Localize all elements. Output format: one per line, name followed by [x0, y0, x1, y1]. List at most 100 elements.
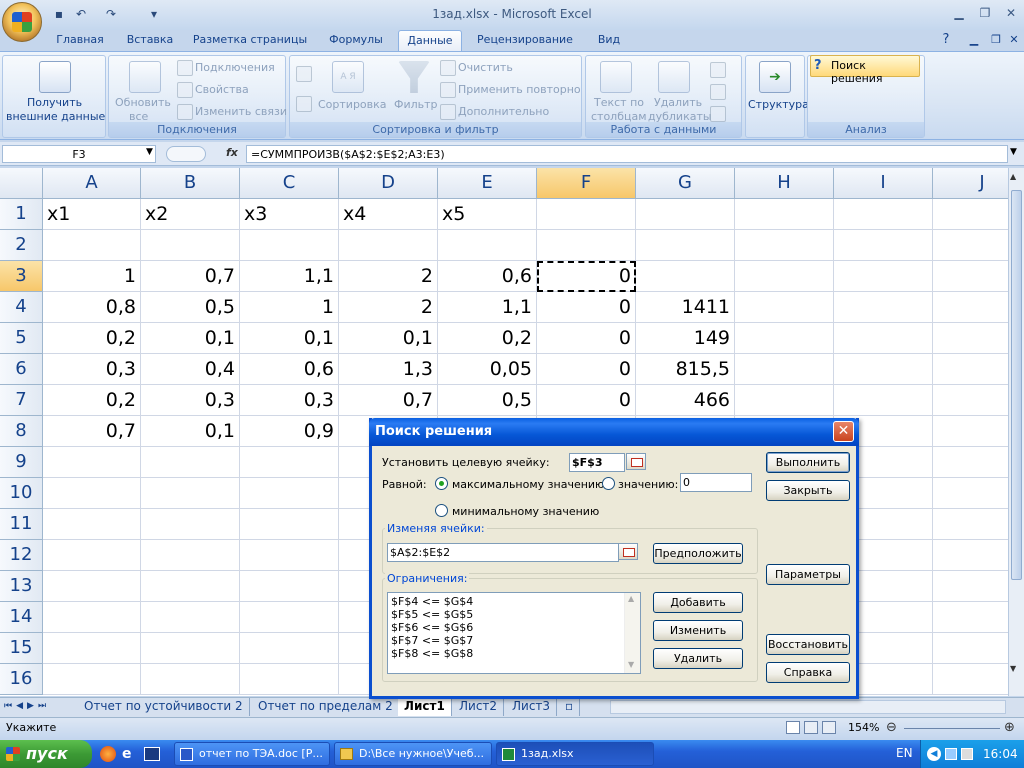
options-button[interactable]: Параметры — [766, 564, 850, 585]
tab-view[interactable]: Вид — [590, 30, 628, 51]
target-cell-input[interactable]: $F$3 — [569, 453, 625, 472]
reset-all-button[interactable]: Восстановить — [766, 634, 850, 655]
outline-button[interactable]: Структура — [748, 98, 809, 111]
sheet-tab-report-stability[interactable]: Отчет по устойчивости 2 — [78, 698, 250, 716]
cell-b8[interactable]: 0,1 — [141, 416, 240, 447]
cell-b15[interactable] — [141, 633, 240, 664]
consolidate-icon[interactable] — [710, 84, 726, 100]
advanced-button[interactable]: Дополнительно — [458, 105, 549, 118]
cell-a2[interactable] — [43, 230, 141, 261]
clear-button[interactable]: Очистить — [458, 61, 513, 74]
cell-g6[interactable]: 815,5 — [636, 354, 735, 385]
reapply-button[interactable]: Применить повторно — [458, 83, 581, 96]
cell-i4[interactable] — [834, 292, 933, 323]
row-header-7[interactable]: 7 — [0, 385, 43, 416]
cell-g5[interactable]: 149 — [636, 323, 735, 354]
row-header-8[interactable]: 8 — [0, 416, 43, 447]
cell-c3[interactable]: 1,1 — [240, 261, 339, 292]
get-external-data-label1[interactable]: Получить — [27, 96, 82, 109]
constraint-item[interactable]: $F$6 <= $G$6 — [391, 621, 473, 634]
cell-b11[interactable] — [141, 509, 240, 540]
volume-icon[interactable] — [961, 748, 973, 760]
formula-expand-icon[interactable]: ▼ — [1010, 147, 1017, 157]
cell-g4[interactable]: 1411 — [636, 292, 735, 323]
horizontal-scrollbar[interactable] — [610, 700, 1006, 714]
guess-button[interactable]: Предположить — [653, 543, 743, 564]
cell-c8[interactable]: 0,9 — [240, 416, 339, 447]
dialog-close-icon[interactable]: ✕ — [833, 421, 854, 442]
scroll-down-icon[interactable]: ▼ — [1010, 664, 1016, 673]
cell-e2[interactable] — [438, 230, 537, 261]
filter-icon[interactable] — [398, 61, 430, 93]
cell-a9[interactable] — [43, 447, 141, 478]
cell-g7[interactable]: 466 — [636, 385, 735, 416]
data-validation-icon[interactable] — [710, 62, 726, 78]
ribbon-restore-icon[interactable]: ❐ — [986, 30, 1006, 51]
page-break-view-icon[interactable] — [822, 721, 836, 734]
cell-b13[interactable] — [141, 571, 240, 602]
constraints-scroll-down-icon[interactable]: ▼ — [628, 660, 634, 669]
sort-button[interactable]: Сортировка — [318, 98, 387, 111]
cell-i3[interactable] — [834, 261, 933, 292]
vertical-scrollbar[interactable]: ▲ ▼ — [1008, 168, 1024, 696]
cell-g2[interactable] — [636, 230, 735, 261]
constraint-item[interactable]: $F$5 <= $G$5 — [391, 608, 473, 621]
normal-view-icon[interactable] — [786, 721, 800, 734]
row-header-2[interactable]: 2 — [0, 230, 43, 261]
tab-home[interactable]: Главная — [48, 30, 112, 51]
column-header-h[interactable]: H — [735, 168, 834, 199]
edit-links-button[interactable]: Изменить связи — [195, 105, 287, 118]
max-label[interactable]: максимальному значению — [452, 478, 604, 491]
cell-d4[interactable]: 2 — [339, 292, 438, 323]
sort-icon[interactable]: А Я — [332, 61, 364, 93]
cell-i2[interactable] — [834, 230, 933, 261]
sheet-tab-report-limits[interactable]: Отчет по пределам 2 — [252, 698, 400, 716]
cell-a6[interactable]: 0,3 — [43, 354, 141, 385]
tab-page-layout[interactable]: Разметка страницы — [190, 30, 310, 51]
name-box[interactable]: F3 — [2, 145, 156, 163]
outline-icon[interactable]: ➔ — [759, 61, 791, 93]
cell-c10[interactable] — [240, 478, 339, 509]
max-radio[interactable] — [435, 477, 448, 490]
cell-b10[interactable] — [141, 478, 240, 509]
cell-h4[interactable] — [735, 292, 834, 323]
row-header-10[interactable]: 10 — [0, 478, 43, 509]
cell-d7[interactable]: 0,7 — [339, 385, 438, 416]
column-header-f[interactable]: F — [537, 168, 636, 199]
row-header-16[interactable]: 16 — [0, 664, 43, 695]
tab-insert[interactable]: Вставка — [120, 30, 180, 51]
cell-f6[interactable]: 0 — [537, 354, 636, 385]
start-button[interactable]: пуск — [0, 740, 92, 768]
cell-f1[interactable] — [537, 199, 636, 230]
cell-b6[interactable]: 0,4 — [141, 354, 240, 385]
properties-button[interactable]: Свойства — [195, 83, 249, 96]
cell-a5[interactable]: 0,2 — [43, 323, 141, 354]
cell-b3[interactable]: 0,7 — [141, 261, 240, 292]
sheet-tab-list1[interactable]: Лист1 — [398, 698, 452, 716]
solver-ribbon-button[interactable]: ? Поиск решения — [810, 55, 920, 85]
cell-c16[interactable] — [240, 664, 339, 695]
column-header-a[interactable]: A — [43, 168, 141, 199]
row-header-1[interactable]: 1 — [0, 199, 43, 230]
changing-cells-input[interactable]: $A$2:$E$2 — [387, 543, 619, 562]
delete-button[interactable]: Удалить — [653, 648, 743, 669]
cell-e3[interactable]: 0,6 — [438, 261, 537, 292]
cell-d6[interactable]: 1,3 — [339, 354, 438, 385]
column-header-e[interactable]: E — [438, 168, 537, 199]
page-layout-view-icon[interactable] — [804, 721, 818, 734]
minimize-icon[interactable]: ▁ — [946, 4, 972, 22]
refresh-all-label1[interactable]: Обновить — [115, 96, 171, 109]
tab-review[interactable]: Рецензирование — [470, 30, 580, 51]
column-header-d[interactable]: D — [339, 168, 438, 199]
ie-icon[interactable]: e — [122, 746, 138, 762]
cell-f2[interactable] — [537, 230, 636, 261]
row-header-14[interactable]: 14 — [0, 602, 43, 633]
constraint-item[interactable]: $F$4 <= $G$4 — [391, 595, 473, 608]
tab-formulas[interactable]: Формулы — [322, 30, 390, 51]
cell-b2[interactable] — [141, 230, 240, 261]
row-header-9[interactable]: 9 — [0, 447, 43, 478]
solve-button[interactable]: Выполнить — [766, 452, 850, 473]
cell-i7[interactable] — [834, 385, 933, 416]
target-cell-picker-icon[interactable] — [626, 453, 646, 470]
cell-a11[interactable] — [43, 509, 141, 540]
